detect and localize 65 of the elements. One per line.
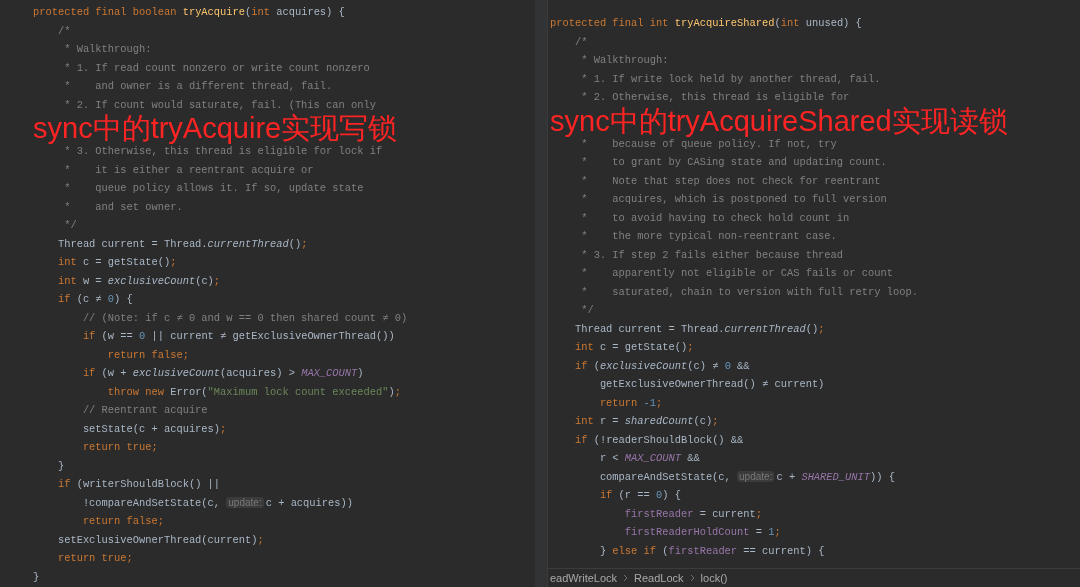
code-line: } bbox=[33, 569, 40, 585]
code-line: * it is either a reentrant acquire or bbox=[63, 162, 314, 178]
code-line: protected final boolean tryAcquire(int acquires) { bbox=[33, 5, 345, 20]
code-line: !compareAndSetState(c, update: c + acquires)) bbox=[81, 495, 353, 511]
code-line: return false; bbox=[81, 514, 164, 529]
code-line: * because of queue policy. If not, try bbox=[580, 137, 837, 152]
code-line: * acquires, which is postponed to full version bbox=[580, 192, 887, 207]
code-line: return -1; bbox=[598, 395, 663, 411]
code-line: * Walkthrough: bbox=[580, 53, 669, 68]
code-line: return true; bbox=[56, 551, 133, 566]
code-line: compareAndSetState(c, update: c + SHARED_UNIT)) { bbox=[598, 469, 895, 485]
code-line: } else if (firstReader == current) { bbox=[598, 543, 825, 559]
code-line: firstReader = current; bbox=[623, 506, 763, 522]
code-line: // (Note: if c ≠ 0 and w == 0 then shared count ≠ 0) bbox=[81, 310, 408, 326]
code-line: int r = sharedCount(c); bbox=[573, 414, 719, 429]
annotation-text: sync中的tryAcquireShared实现读锁 bbox=[550, 106, 1008, 135]
code-line: if (r == 0) { bbox=[598, 488, 681, 503]
breadcrumb-item[interactable]: lock() bbox=[700, 569, 728, 587]
code-line: protected final int tryAcquireShared(int unused) { bbox=[550, 16, 862, 31]
breadcrumb-item[interactable]: eadWriteLock bbox=[550, 569, 618, 587]
code-line: * queue policy allows it. If so, update state bbox=[63, 181, 364, 196]
code-line: * and owner is a different thread, fail. bbox=[63, 79, 333, 94]
code-line: Thread current = Thread.currentThread(); bbox=[573, 321, 825, 337]
breadcrumb-item[interactable]: ReadLock bbox=[634, 569, 684, 587]
code-line: return false; bbox=[106, 347, 189, 363]
code-line: * the more typical non-reentrant case. bbox=[580, 229, 837, 244]
code-line: * to grant by CASing state and updating count. bbox=[580, 155, 887, 170]
code-line: * apparently not eligible or CAS fails or count bbox=[580, 266, 893, 281]
code-line: if (!readerShouldBlock() && bbox=[573, 432, 744, 448]
code-line: * 3. If step 2 fails either because thread bbox=[580, 247, 844, 263]
code-line: * to avoid having to check hold count in bbox=[580, 210, 850, 226]
chevron-icon bbox=[623, 574, 629, 582]
code-line: int c = getState(); bbox=[573, 340, 694, 355]
code-line: r < MAX_COUNT && bbox=[598, 451, 700, 466]
code-line: getExclusiveOwnerThread() ≠ current) bbox=[598, 377, 825, 392]
code-line: * 3. Otherwise, this thread is eligible for lock if bbox=[63, 144, 383, 159]
code-line: /* bbox=[56, 23, 71, 39]
code-line: // Reentrant acquire bbox=[81, 403, 208, 418]
code-line: * 2. If count would saturate, fail. (This can only bbox=[63, 97, 376, 113]
code-line: return true; bbox=[81, 440, 158, 455]
code-line: setState(c + acquires); bbox=[81, 421, 227, 437]
code-line: * Note that step does not check for reentrant bbox=[580, 173, 881, 189]
code-line: * and set owner. bbox=[63, 199, 183, 215]
annotation-text: sync中的tryAcquire实现写锁 bbox=[33, 114, 398, 142]
code-line: int c = getState(); bbox=[56, 255, 177, 270]
code-line: if (w + exclusiveCount(acquires) > MAX_COUNT) bbox=[81, 366, 364, 381]
code-line: int w = exclusiveCount(c); bbox=[56, 273, 221, 289]
code-line: * 1. If write lock held by another thread, fail. bbox=[580, 71, 881, 87]
code-line: /* bbox=[573, 34, 588, 50]
code-line: * Walkthrough: bbox=[63, 42, 152, 57]
code-line: if (writerShouldBlock() || bbox=[56, 477, 221, 492]
code-line: * 1. If read count nonzero or write count nonzero bbox=[63, 60, 370, 76]
code-line: Thread current = Thread.currentThread(); bbox=[56, 236, 308, 252]
chevron-icon bbox=[689, 574, 695, 582]
code-line: if (exclusiveCount(c) ≠ 0 && bbox=[573, 358, 750, 374]
code-line: */ bbox=[580, 303, 594, 318]
code-line: * 2. Otherwise, this thread is eligible for bbox=[580, 90, 850, 105]
code-line: firstReaderHoldCount = 1; bbox=[623, 525, 781, 540]
code-line: } bbox=[56, 458, 65, 474]
code-line: if (w == 0 || current ≠ getExclusiveOwnerThread()) bbox=[81, 329, 395, 344]
code-line: * saturated, chain to version with full retry loop. bbox=[580, 284, 918, 300]
code-line: setExclusiveOwnerThread(current); bbox=[56, 532, 264, 548]
code-line: throw new Error("Maximum lock count exceeded"); bbox=[106, 384, 401, 400]
code-line: if (c ≠ 0) { bbox=[56, 292, 133, 307]
code-line: */ bbox=[63, 218, 77, 233]
